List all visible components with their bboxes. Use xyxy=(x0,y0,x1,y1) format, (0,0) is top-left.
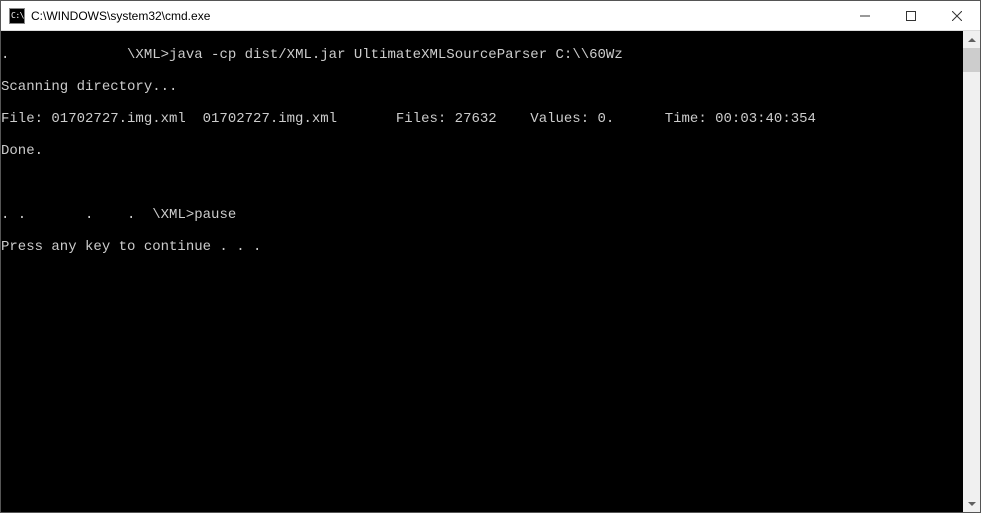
close-button[interactable] xyxy=(934,1,980,30)
console-line: Done. xyxy=(1,143,962,159)
prompt: \XML> xyxy=(127,47,169,63)
console-line: File: 01702727.img.xml 01702727.img.xml … xyxy=(1,111,962,127)
console-line: Scanning directory... xyxy=(1,79,962,95)
command-prompt-window: C:\. C:\WINDOWS\system32\cmd.exe . \XML>… xyxy=(0,0,981,513)
scroll-track[interactable] xyxy=(963,48,980,495)
command: java -cp dist/XML.jar UltimateXMLSourceP… xyxy=(169,47,623,63)
console-line: . \XML>java -cp dist/XML.jar UltimateXML… xyxy=(1,47,962,63)
scroll-up-arrow-icon[interactable] xyxy=(963,31,980,48)
console-output[interactable]: . \XML>java -cp dist/XML.jar UltimateXML… xyxy=(1,31,963,512)
titlebar[interactable]: C:\. C:\WINDOWS\system32\cmd.exe xyxy=(1,1,980,31)
console-line xyxy=(1,175,962,191)
prompt: \XML> xyxy=(152,207,194,223)
path-hidden: . xyxy=(1,47,127,63)
scroll-down-arrow-icon[interactable] xyxy=(963,495,980,512)
scroll-thumb[interactable] xyxy=(963,48,980,72)
path-hidden: . . . . xyxy=(1,207,152,223)
command: pause xyxy=(194,207,236,223)
content-area: . \XML>java -cp dist/XML.jar UltimateXML… xyxy=(1,31,980,512)
console-line: . . . . \XML>pause xyxy=(1,207,962,223)
maximize-button[interactable] xyxy=(888,1,934,30)
minimize-button[interactable] xyxy=(842,1,888,30)
window-title: C:\WINDOWS\system32\cmd.exe xyxy=(31,9,842,23)
cmd-icon: C:\. xyxy=(9,8,25,24)
window-controls xyxy=(842,1,980,30)
console-line: Press any key to continue . . . xyxy=(1,239,962,255)
vertical-scrollbar[interactable] xyxy=(963,31,980,512)
